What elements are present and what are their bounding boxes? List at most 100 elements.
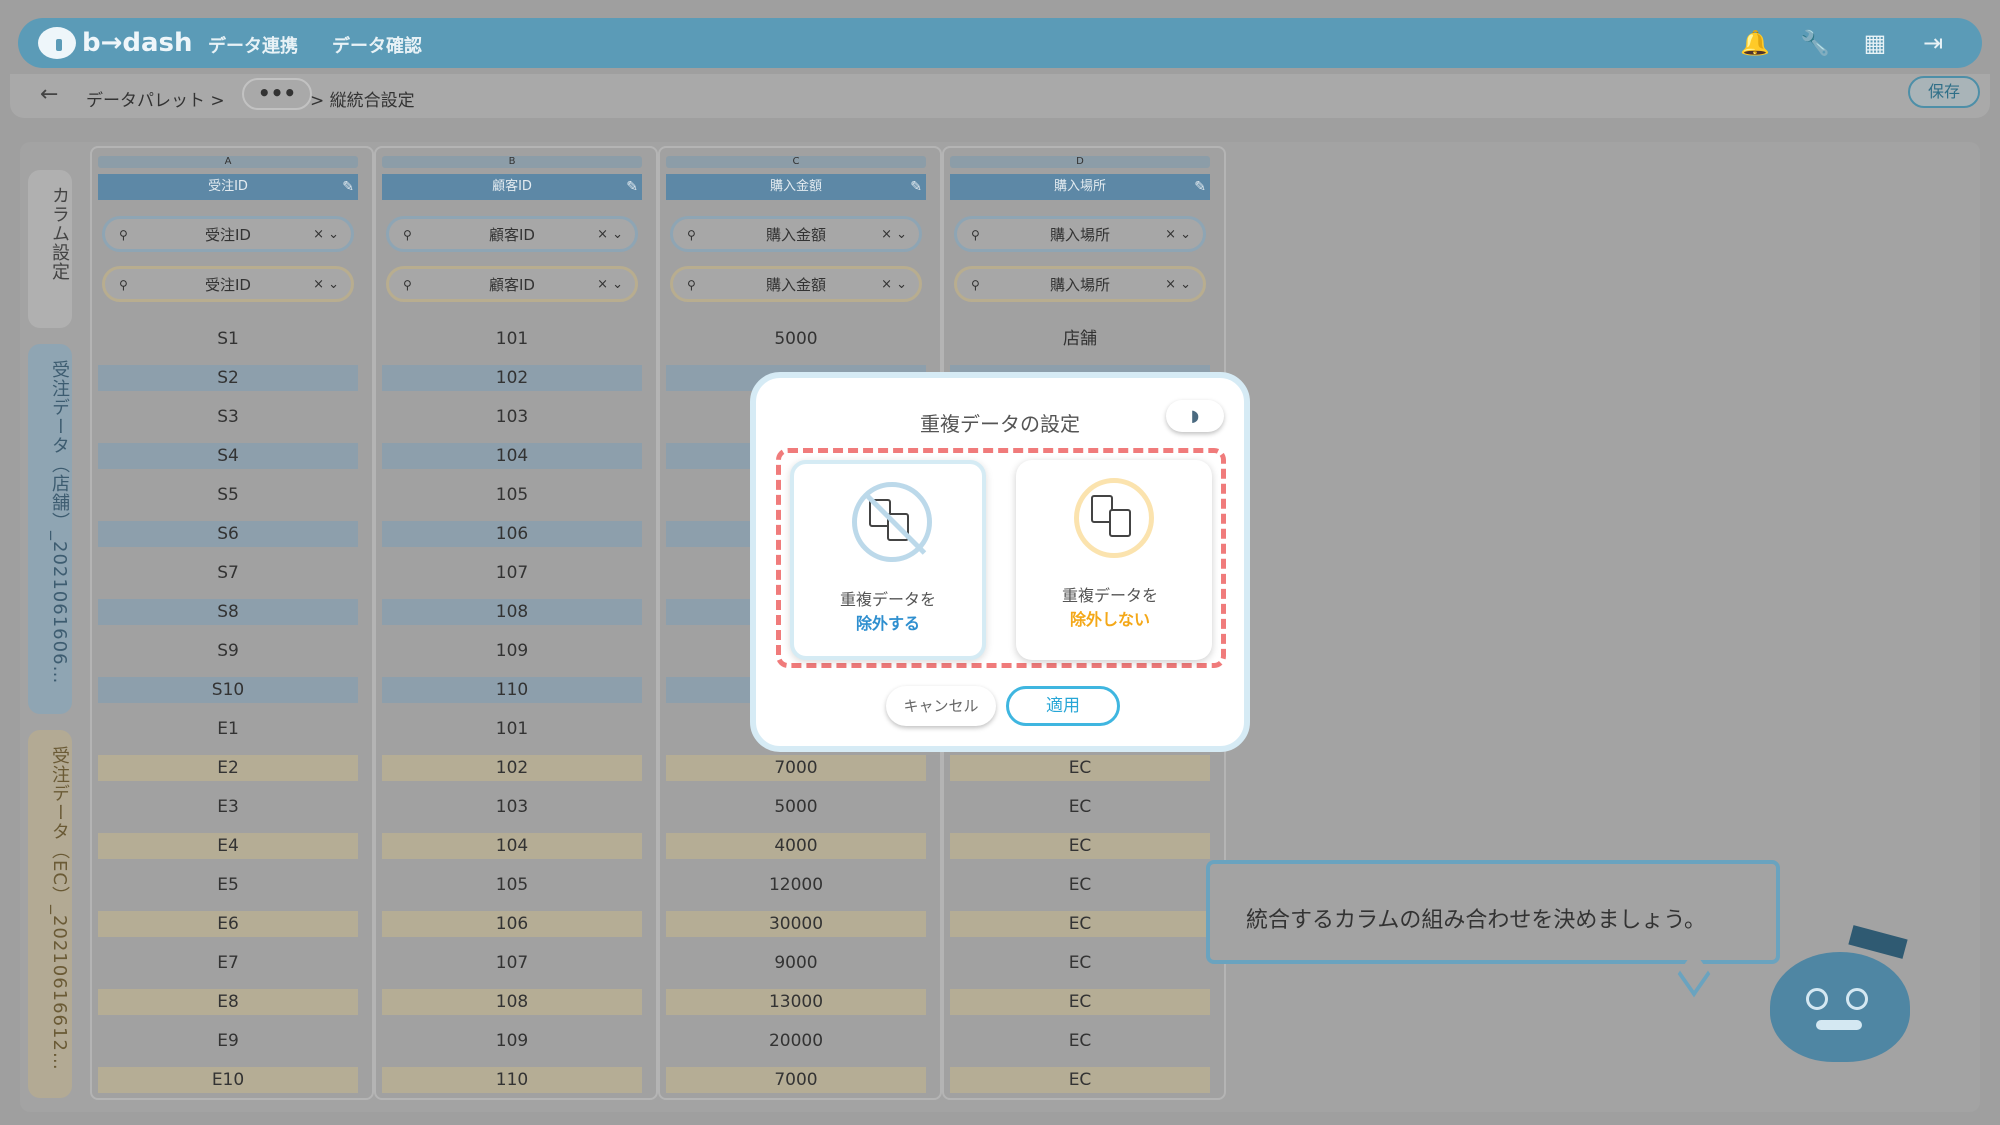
- table-cell: 106: [382, 521, 642, 547]
- option-keep-label-1: 重複データを: [1061, 586, 1158, 605]
- column-select-store[interactable]: ⚲ 購入場所 × ⌄: [954, 216, 1206, 252]
- column-select-store[interactable]: ⚲ 顧客ID × ⌄: [386, 216, 638, 252]
- option-exclude-duplicates[interactable]: 重複データを 除外する: [790, 460, 986, 660]
- table-cell: 107: [495, 563, 529, 583]
- table-cell: EC: [950, 911, 1210, 937]
- edit-icon[interactable]: ✎: [342, 174, 354, 200]
- table-cell: 7000: [666, 755, 926, 781]
- search-icon: ⚲: [971, 278, 980, 292]
- table-cell: 106: [382, 911, 642, 937]
- option-keep-duplicates[interactable]: 重複データを 除外しない: [1016, 460, 1212, 660]
- search-icon: ⚲: [119, 278, 128, 292]
- column-select-value: 購入場所: [1049, 226, 1110, 244]
- side-tab-store-orders[interactable]: 受注データ（店舗）_2021061606…: [28, 344, 72, 714]
- column-select-ec[interactable]: ⚲ 受注ID × ⌄: [102, 266, 354, 302]
- clear-chevron-icon[interactable]: × ⌄: [313, 269, 339, 301]
- table-cell: 20000: [768, 1031, 824, 1051]
- search-icon: ⚲: [119, 228, 128, 242]
- logout-icon[interactable]: ⇥: [1918, 28, 1948, 58]
- side-tab-column-settings[interactable]: カラム設定: [28, 170, 72, 328]
- column-header[interactable]: 受注ID ✎: [98, 174, 358, 200]
- table-cell: S7: [217, 563, 239, 583]
- back-arrow-icon[interactable]: ←: [40, 82, 58, 107]
- breadcrumb-data-palette[interactable]: データパレット >: [86, 86, 225, 111]
- grid-icon[interactable]: ▦: [1860, 28, 1890, 58]
- table-cell: EC: [950, 989, 1210, 1015]
- edit-icon[interactable]: ✎: [626, 174, 638, 200]
- side-tab-ec-orders[interactable]: 受注データ（EC）_20210616612…: [28, 730, 72, 1098]
- table-cell: 105: [495, 485, 529, 505]
- search-icon: ⚲: [687, 278, 696, 292]
- mascot-character: [1770, 925, 1910, 1072]
- table-cell: 13000: [666, 989, 926, 1015]
- top-nav-bar: b→dash データ連携 データ確認 🔔 🔧 ▦ ⇥: [18, 18, 1982, 68]
- column-header[interactable]: 購入場所 ✎: [950, 174, 1210, 200]
- column-header-label: 受注ID: [208, 179, 248, 194]
- bdash-logo[interactable]: b→dash: [38, 25, 193, 61]
- column-header-label: 購入場所: [1053, 179, 1106, 194]
- table-cell: S6: [98, 521, 358, 547]
- column-header[interactable]: 購入金額 ✎: [666, 174, 926, 200]
- table-cell: E6: [98, 911, 358, 937]
- breadcrumb-more-button[interactable]: •••: [242, 78, 312, 110]
- edit-icon[interactable]: ✎: [910, 174, 922, 200]
- table-cell: 店舗: [1063, 329, 1097, 349]
- beginner-mark-icon[interactable]: ◗: [1166, 400, 1224, 432]
- table-cell: 12000: [768, 875, 824, 895]
- table-cell: 110: [382, 677, 642, 703]
- clear-chevron-icon[interactable]: × ⌄: [881, 219, 907, 251]
- column-select-ec[interactable]: ⚲ 顧客ID × ⌄: [386, 266, 638, 302]
- option-exclude-label-2: 除外する: [855, 614, 920, 633]
- clear-chevron-icon[interactable]: × ⌄: [313, 219, 339, 251]
- bell-icon[interactable]: 🔔: [1740, 28, 1770, 58]
- clear-chevron-icon[interactable]: × ⌄: [1165, 269, 1191, 301]
- cancel-button[interactable]: キャンセル: [886, 686, 996, 726]
- table-cell: 103: [495, 797, 529, 817]
- clear-chevron-icon[interactable]: × ⌄: [1165, 219, 1191, 251]
- table-cell: EC: [1068, 953, 1092, 973]
- clear-chevron-icon[interactable]: × ⌄: [597, 219, 623, 251]
- column-letter: C: [666, 156, 926, 168]
- table-cell: EC: [1068, 1031, 1092, 1051]
- table-cell: 109: [495, 1031, 529, 1051]
- column-select-ec[interactable]: ⚲ 購入場所 × ⌄: [954, 266, 1206, 302]
- column-letter: A: [98, 156, 358, 168]
- table-cell: E5: [217, 875, 239, 895]
- table-cell: 9000: [774, 953, 818, 973]
- column-header-label: 顧客ID: [492, 179, 532, 194]
- apply-button[interactable]: 適用: [1006, 686, 1120, 726]
- table-cell: S9: [217, 641, 239, 661]
- column-select-value: 受注ID: [205, 226, 251, 244]
- search-icon: ⚲: [687, 228, 696, 242]
- column-select-value: 購入金額: [765, 276, 826, 294]
- table-cell: 101: [495, 329, 529, 349]
- edit-icon[interactable]: ✎: [1194, 174, 1206, 200]
- clear-chevron-icon[interactable]: × ⌄: [597, 269, 623, 301]
- column-select-store[interactable]: ⚲ 購入金額 × ⌄: [670, 216, 922, 252]
- table-cell: 105: [495, 875, 529, 895]
- clear-chevron-icon[interactable]: × ⌄: [881, 269, 907, 301]
- column-select-value: 購入金額: [765, 226, 826, 244]
- logo-text: b→dash: [82, 28, 193, 58]
- table-cell: 5000: [774, 797, 818, 817]
- nav-data-integration[interactable]: データ連携: [208, 32, 298, 58]
- table-cell: E1: [217, 719, 239, 739]
- logo-icon: [38, 27, 76, 59]
- table-cell: 103: [495, 407, 529, 427]
- search-icon: ⚲: [403, 228, 412, 242]
- table-cell: EC: [1068, 797, 1092, 817]
- column-letter: B: [382, 156, 642, 168]
- table-cell: 110: [382, 1067, 642, 1093]
- wrench-icon[interactable]: 🔧: [1800, 28, 1830, 58]
- table-cell: S3: [217, 407, 239, 427]
- save-button[interactable]: 保存: [1908, 76, 1980, 108]
- breadcrumb: ← データパレット > ••• > 縦統合設定 保存: [10, 74, 1990, 118]
- table-cell: E9: [217, 1031, 239, 1051]
- column-select-ec[interactable]: ⚲ 購入金額 × ⌄: [670, 266, 922, 302]
- table-cell: E7: [217, 953, 239, 973]
- column-header[interactable]: 顧客ID ✎: [382, 174, 642, 200]
- table-cell: E3: [217, 797, 239, 817]
- column-select-store[interactable]: ⚲ 受注ID × ⌄: [102, 216, 354, 252]
- breadcrumb-current: > 縦統合設定: [310, 91, 415, 111]
- nav-data-check[interactable]: データ確認: [332, 32, 422, 58]
